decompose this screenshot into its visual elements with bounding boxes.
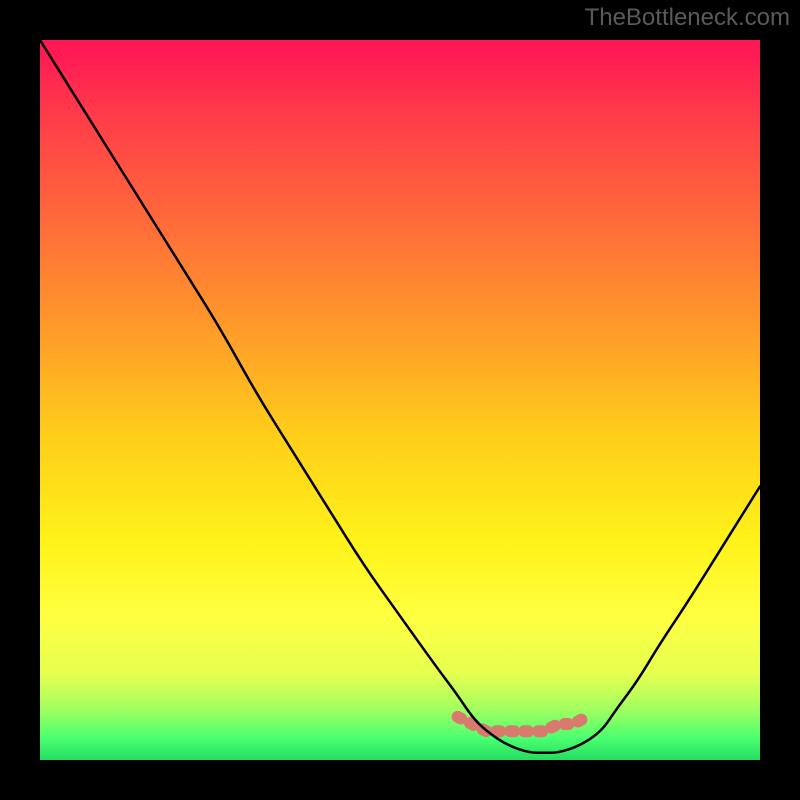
bottleneck-curve: [40, 40, 760, 753]
watermark-text: TheBottleneck.com: [585, 4, 790, 32]
plot-area: [40, 40, 760, 760]
sweet-spot-band: [458, 717, 588, 731]
chart-frame: TheBottleneck.com: [0, 0, 800, 800]
curve-layer: [40, 40, 760, 760]
